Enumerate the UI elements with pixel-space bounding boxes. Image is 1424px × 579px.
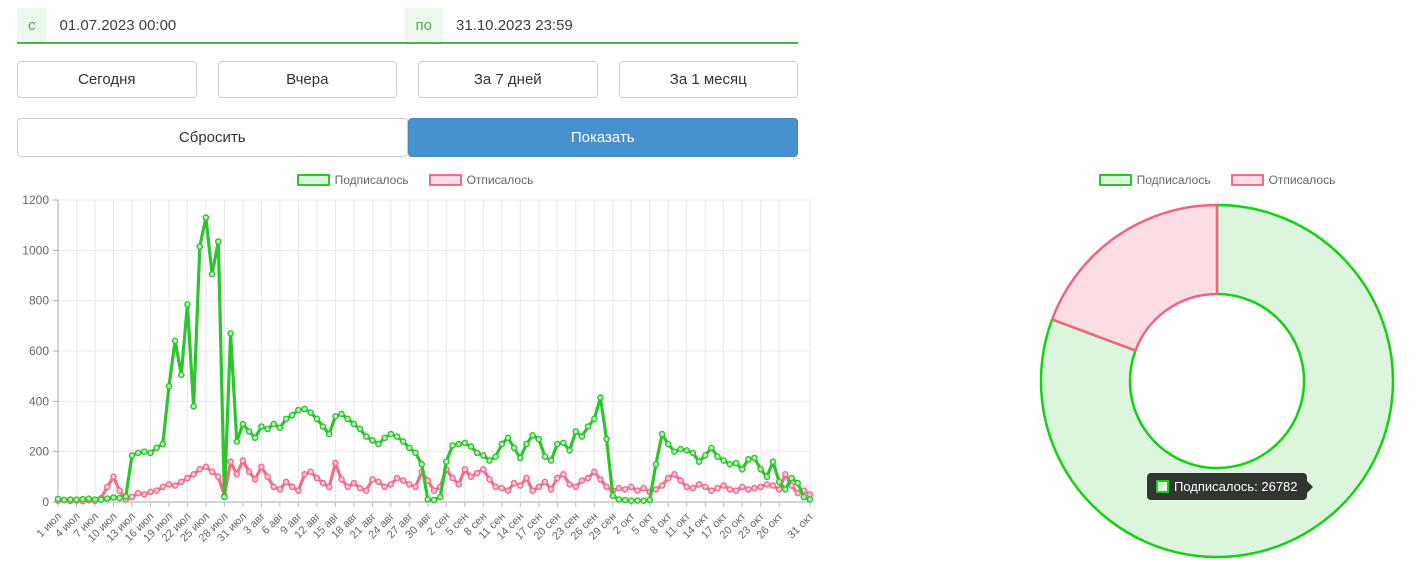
svg-text:1200: 1200 [22, 193, 49, 207]
date-range-row: с по [17, 8, 798, 44]
unsubscribed-swatch-icon [428, 174, 462, 186]
subscriptions-line-chart-panel: Подписалось Отписалось 0 200 400 600 800 1000… [15, 170, 816, 579]
subscribed-swatch-icon [1098, 174, 1132, 186]
yesterday-button[interactable]: Вчера [217, 61, 397, 98]
subscribed-swatch-icon [296, 174, 330, 186]
legend-label: Подписалось [1136, 173, 1211, 187]
legend-label: Отписалось [466, 173, 534, 187]
line-chart-legend: Подписалось Отписалось [15, 170, 815, 190]
last-7-days-button[interactable]: За 7 дней [418, 61, 598, 98]
svg-text:800: 800 [29, 294, 49, 308]
today-button[interactable]: Сегодня [17, 61, 197, 98]
donut-chart-legend: Подписалось Отписалось [1030, 170, 1404, 190]
legend-label: Подписалось [334, 173, 409, 187]
tooltip-subscribed-swatch-icon [1156, 480, 1169, 493]
show-button[interactable]: Показать [407, 118, 798, 157]
last-month-button[interactable]: За 1 месяц [618, 61, 798, 98]
action-buttons-row: Сбросить Показать [17, 118, 798, 157]
date-to-label: по [404, 8, 443, 42]
svg-text:1000: 1000 [22, 243, 49, 257]
quick-range-buttons: Сегодня Вчера За 7 дней За 1 месяц [17, 61, 798, 98]
subscriptions-line-chart[interactable]: 0200400600800100012001 июл4 июл7 июл10 и… [15, 190, 816, 574]
legend-label: Отписалось [1268, 173, 1336, 187]
subscriptions-donut-panel: Подписалось Отписалось Подписалось: 2678… [1030, 170, 1404, 568]
date-from-label: с [17, 8, 47, 42]
tooltip-text: Подписалось: 26782 [1174, 479, 1298, 494]
legend-item-unsubscribed[interactable]: Отписалось [428, 173, 534, 187]
svg-text:31 окт: 31 окт [785, 511, 815, 542]
reset-button[interactable]: Сбросить [17, 118, 408, 157]
svg-text:0: 0 [42, 495, 49, 509]
legend-item-subscribed[interactable]: Подписалось [1098, 173, 1211, 187]
tooltip-caret [1306, 480, 1313, 493]
unsubscribed-swatch-icon [1230, 174, 1264, 186]
chart-tooltip: Подписалось: 26782 [1147, 473, 1313, 500]
legend-item-subscribed[interactable]: Подписалось [296, 173, 409, 187]
svg-text:400: 400 [29, 394, 49, 408]
controls-panel: с по Сегодня Вчера За 7 дней За 1 месяц … [17, 8, 798, 157]
subscriptions-donut-chart[interactable] [1030, 194, 1404, 568]
date-to-input[interactable] [442, 8, 798, 42]
svg-text:200: 200 [29, 445, 49, 459]
date-from-input[interactable] [46, 8, 402, 42]
legend-item-unsubscribed[interactable]: Отписалось [1230, 173, 1336, 187]
svg-text:600: 600 [29, 344, 49, 358]
